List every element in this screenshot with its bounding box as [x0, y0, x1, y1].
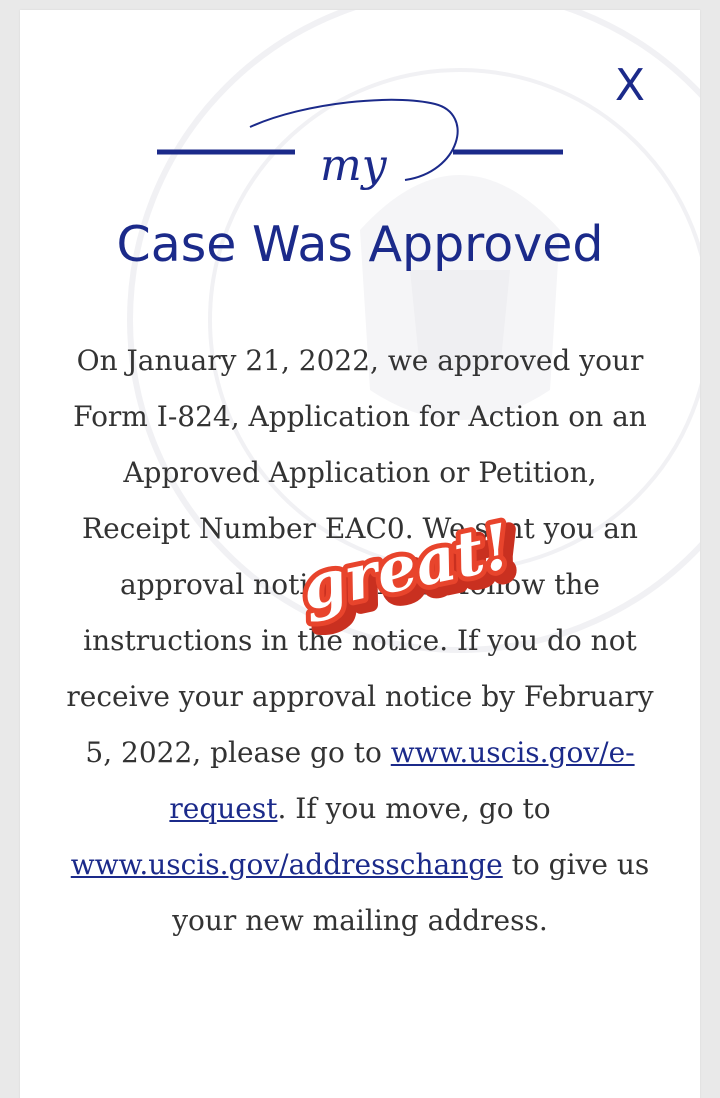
mycase-logo: my: [157, 98, 563, 191]
close-button[interactable]: X: [610, 60, 650, 112]
screen: X my Case Was Approved On January 21, 20…: [0, 0, 720, 1098]
logo-text: my: [320, 140, 388, 191]
great-sticker: great! great! great!: [290, 515, 520, 635]
address-change-link[interactable]: www.uscis.gov/addresschange: [71, 848, 503, 881]
message-text-3: . If you move, go to: [277, 792, 551, 825]
case-status-modal: X my Case Was Approved On January 21, 20…: [20, 10, 700, 1098]
case-status-title: Case Was Approved: [116, 216, 604, 273]
case-status-message: On January 21, 2022, we approved your Fo…: [65, 333, 655, 949]
